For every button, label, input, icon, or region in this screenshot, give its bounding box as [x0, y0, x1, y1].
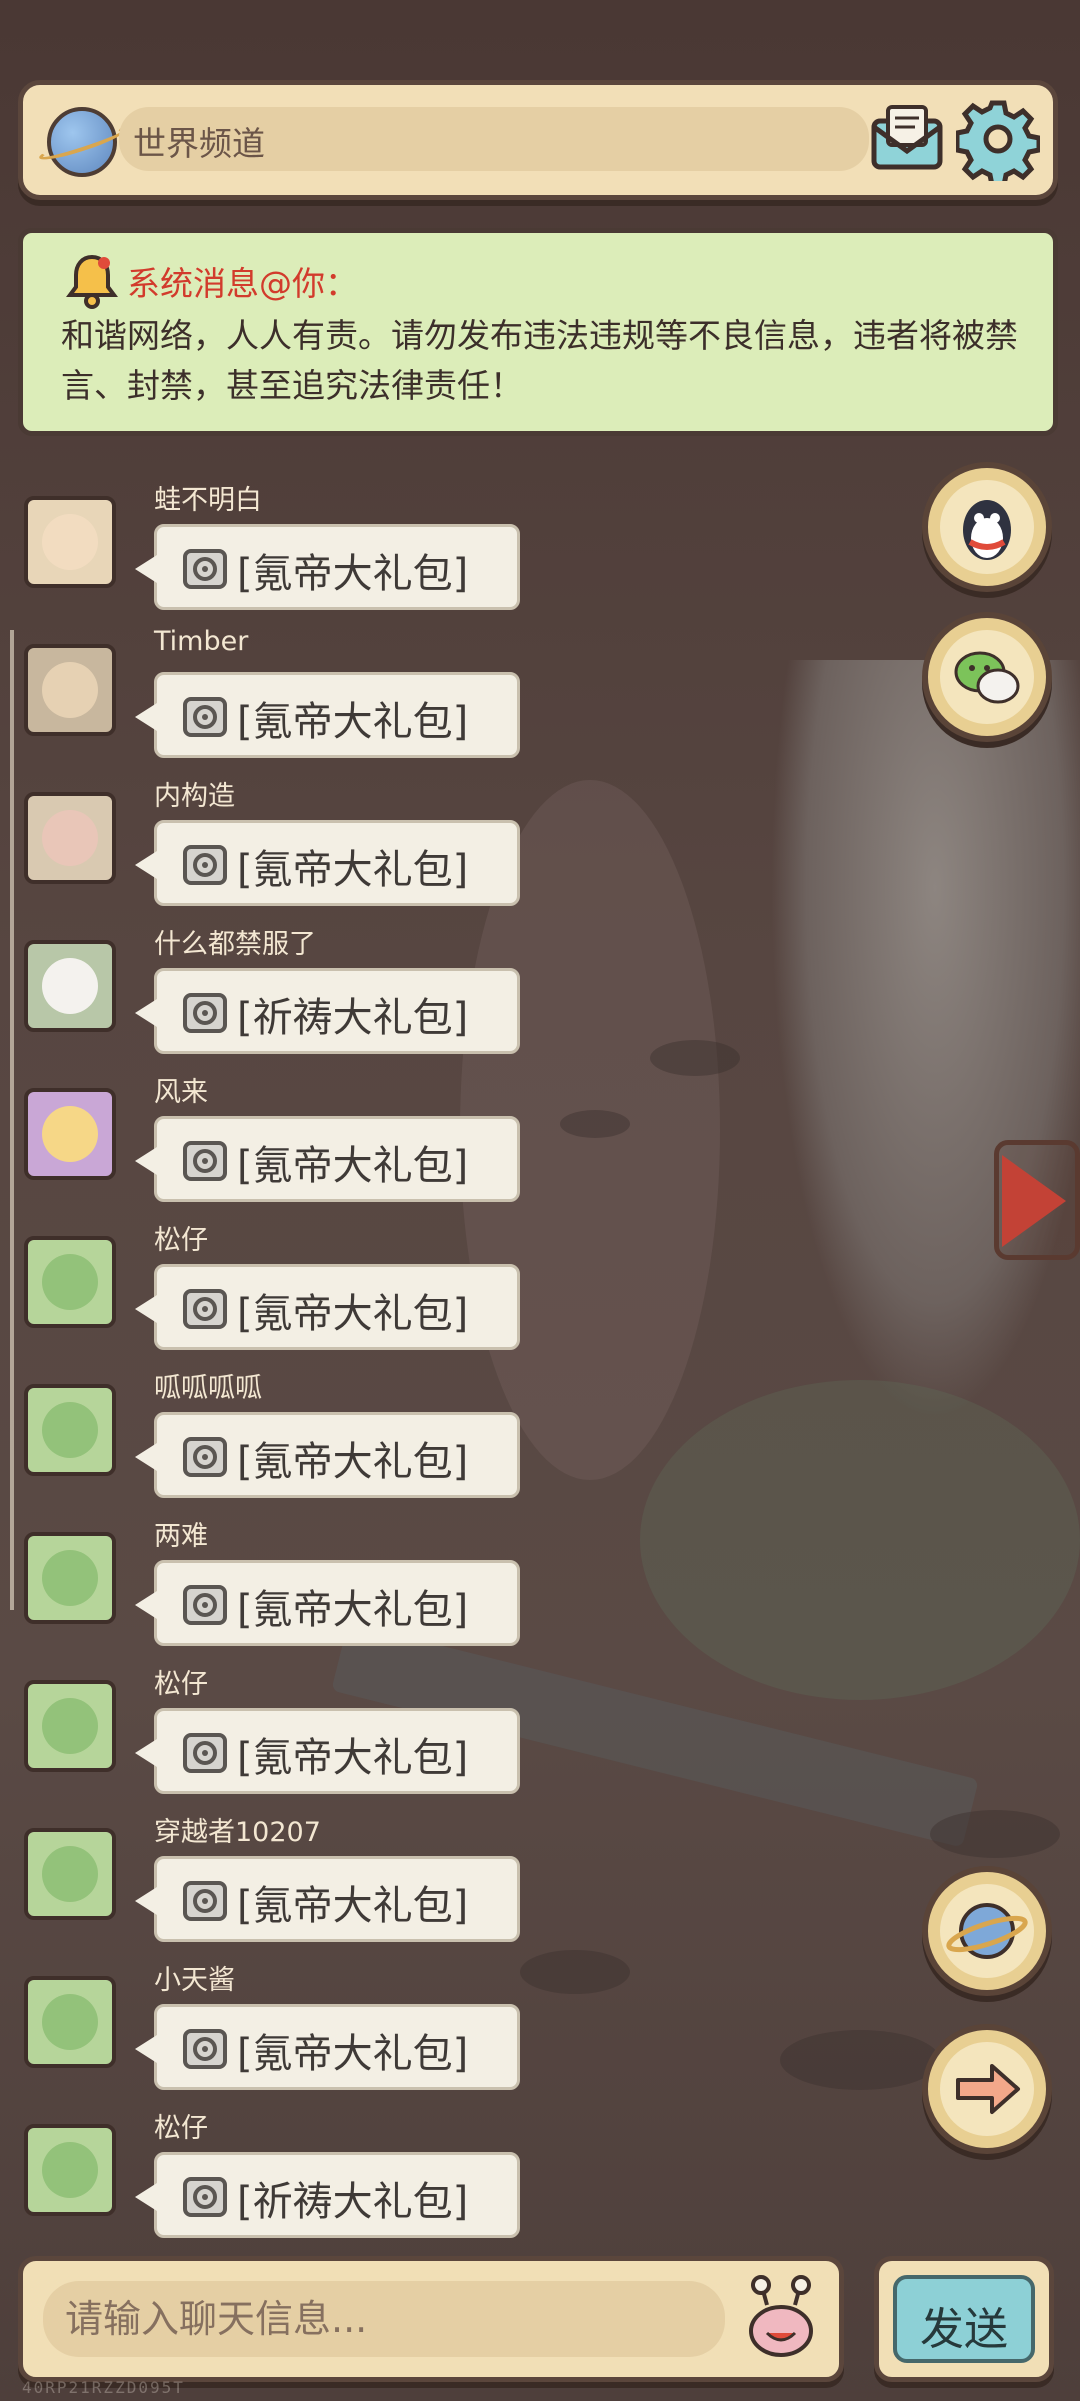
qq-share-button[interactable]	[922, 462, 1052, 592]
world-channel-button[interactable]	[922, 1866, 1052, 1996]
frog-avatar[interactable]	[24, 1236, 116, 1328]
gift-pack-icon	[181, 1433, 229, 1481]
message-bubble[interactable]: [祈祷大礼包]	[135, 2152, 520, 2238]
username: Timber	[154, 626, 249, 657]
watermark: 40RP21RZZD095T	[22, 2378, 185, 2397]
chat-row: 什么都禁服了 [祈祷大礼包]	[0, 884, 600, 1054]
girl-avatar[interactable]	[24, 496, 116, 588]
send-label: 发送	[920, 2304, 1008, 2355]
planet-icon	[940, 1884, 1034, 1978]
frog-avatar[interactable]	[24, 1828, 116, 1920]
frog-avatar[interactable]	[24, 1680, 116, 1772]
frog-avatar[interactable]	[24, 1532, 116, 1624]
chat-row: 松仔 [氪帝大礼包]	[0, 1624, 600, 1794]
chat-row: 两难 [氪帝大礼包]	[0, 1476, 600, 1646]
channel-label: 世界频道	[133, 124, 265, 163]
username: 两难	[154, 1521, 208, 1552]
chat-input[interactable]	[43, 2281, 725, 2357]
username: 呱呱呱呱	[154, 1373, 262, 1404]
blonde-avatar[interactable]	[24, 1088, 116, 1180]
channel-selector[interactable]: 世界频道	[119, 107, 869, 171]
snail-emoji-icon[interactable]	[741, 2275, 821, 2361]
chat-row: 呱呱呱呱 [氪帝大礼包]	[0, 1328, 600, 1498]
gift-pack-icon	[181, 841, 229, 889]
play-arrow-icon[interactable]	[1002, 1155, 1066, 1247]
panda-avatar[interactable]	[24, 940, 116, 1032]
chat-row: 小天酱 [氪帝大礼包]	[0, 1920, 600, 2090]
gift-pack-icon	[181, 693, 229, 741]
bell-icon	[63, 251, 121, 309]
stone	[780, 2030, 940, 2090]
username: 穿越者10207	[154, 1817, 321, 1848]
stone	[930, 1810, 1060, 1858]
gift-pack-icon	[181, 989, 229, 1037]
chat-row: Timber [氪帝大礼包]	[0, 588, 600, 758]
chat-message-list[interactable]: 蛙不明白 [氪帝大礼包] Timber [氪帝大礼包] 内构造 [氪帝大礼包] …	[0, 440, 600, 2240]
chat-header: 世界频道	[18, 80, 1058, 200]
wechat-share-button[interactable]	[922, 612, 1052, 742]
chat-input-bar	[18, 2256, 844, 2382]
gift-pack-icon	[181, 1729, 229, 1777]
settings-gear-icon[interactable]	[954, 97, 1042, 188]
username: 内构造	[154, 781, 235, 812]
frog-avatar[interactable]	[24, 2124, 116, 2216]
chat-row: 松仔 [祈祷大礼包]	[0, 2068, 600, 2238]
chat-row: 蛙不明白 [氪帝大礼包]	[0, 440, 600, 610]
gift-pack-icon	[181, 1581, 229, 1629]
grass-patch	[640, 1380, 1080, 1700]
planet-icon	[47, 107, 117, 177]
send-button[interactable]: 发送	[874, 2256, 1054, 2382]
username: 蛙不明白	[154, 485, 262, 516]
gift-pack-icon	[181, 1877, 229, 1925]
send-button-face: 发送	[893, 2275, 1035, 2363]
arrow-right-icon	[940, 2042, 1034, 2136]
sunglasses-avatar[interactable]	[24, 644, 116, 736]
frog-avatar[interactable]	[24, 1384, 116, 1476]
notice-body: 和谐网络，人人有责。请勿发布违法违规等不良信息，违者将被禁言、封禁，甚至追究法律…	[61, 316, 1018, 405]
tent-hut	[770, 660, 1080, 1420]
system-notice: 系统消息@你： 和谐网络，人人有责。请勿发布违法违规等不良信息，违者将被禁言、封…	[18, 228, 1058, 436]
username: 松仔	[154, 1225, 208, 1256]
username: 松仔	[154, 2113, 208, 2144]
gift-pack-icon	[181, 1285, 229, 1333]
mail-icon[interactable]	[868, 101, 946, 179]
username: 小天酱	[154, 1965, 235, 1996]
gift-pack-icon	[181, 1137, 229, 1185]
wechat-icon	[940, 630, 1034, 724]
chat-row: 风来 [氪帝大礼包]	[0, 1032, 600, 1202]
gift-pack-icon	[181, 2173, 229, 2221]
gift-pack-icon	[181, 2025, 229, 2073]
stone	[650, 1040, 740, 1076]
message-text: [祈祷大礼包]	[237, 2179, 469, 2225]
chat-row: 松仔 [氪帝大礼包]	[0, 1180, 600, 1350]
frog-avatar[interactable]	[24, 1976, 116, 2068]
username: 松仔	[154, 1669, 208, 1700]
qq-icon	[940, 480, 1034, 574]
username: 风来	[154, 1077, 208, 1108]
chat-row: 内构造 [氪帝大礼包]	[0, 736, 600, 906]
snail-avatar[interactable]	[24, 792, 116, 884]
notice-title: 系统消息@你：	[127, 264, 358, 303]
chat-row: 穿越者10207 [氪帝大礼包]	[0, 1772, 600, 1942]
username: 什么都禁服了	[154, 929, 316, 960]
gift-pack-icon	[181, 545, 229, 593]
close-chat-button[interactable]	[922, 2024, 1052, 2154]
